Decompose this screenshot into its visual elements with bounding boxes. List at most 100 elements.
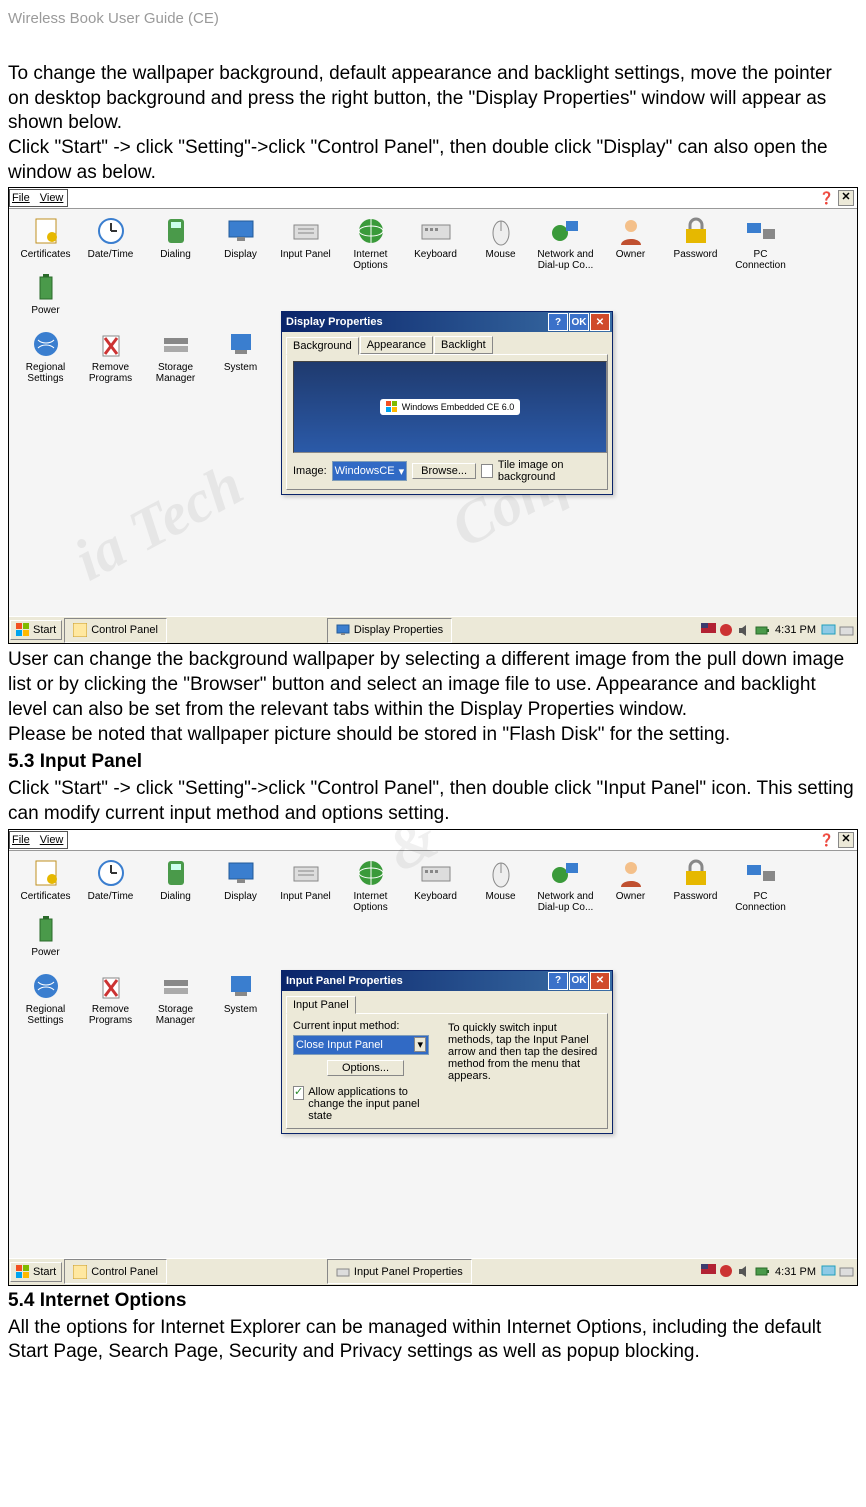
cpl-keyboard[interactable]: Keyboard <box>403 215 468 271</box>
tile-checkbox[interactable] <box>481 464 493 478</box>
close-icon[interactable]: ✕ <box>838 832 854 848</box>
cpl-icon-glyph <box>95 328 127 360</box>
tray-clock[interactable]: 4:31 PM <box>775 1266 816 1278</box>
help-icon[interactable]: ❓ <box>819 191 834 205</box>
start-button[interactable]: Start <box>10 1262 62 1282</box>
tab-background[interactable]: Background <box>286 337 359 355</box>
cpl-label: Remove Programs <box>78 362 143 384</box>
menu-file[interactable]: File <box>12 834 30 846</box>
tray-desktop-icon[interactable] <box>821 1264 836 1279</box>
tray-battery-icon[interactable] <box>755 1264 770 1279</box>
tray-battery-icon[interactable] <box>755 623 770 638</box>
dialog-close-icon[interactable]: ✕ <box>590 313 610 331</box>
cpl-label: Power <box>31 947 59 958</box>
image-label: Image: <box>293 465 327 477</box>
cpl-power[interactable]: Power <box>13 913 78 958</box>
help-icon[interactable]: ❓ <box>819 833 834 847</box>
cpl-icon-glyph <box>550 215 582 247</box>
cpl-date-time[interactable]: Date/Time <box>78 215 143 271</box>
cpl-icon-glyph <box>485 857 517 889</box>
dialog-tabs: Input Panel <box>286 995 612 1013</box>
tray-network-icon[interactable] <box>719 1264 734 1279</box>
cpl-internet-options[interactable]: Internet Options <box>338 857 403 913</box>
cpl-pc-connection[interactable]: PC Connection <box>728 857 793 913</box>
cpl-icon-glyph <box>745 215 777 247</box>
taskbar-control-panel[interactable]: Control Panel <box>64 1259 167 1284</box>
dialog-close-icon[interactable]: ✕ <box>590 972 610 990</box>
cpl-network-and-dial-up-co-[interactable]: Network and Dial-up Co... <box>533 215 598 271</box>
cpl-power[interactable]: Power <box>13 271 78 316</box>
tab-appearance[interactable]: Appearance <box>360 336 433 354</box>
cpl-label: Mouse <box>485 249 515 260</box>
cpl-system[interactable]: System <box>208 970 273 1026</box>
cpl-pc-connection[interactable]: PC Connection <box>728 215 793 271</box>
cpl-input-panel[interactable]: Input Panel <box>273 215 338 271</box>
system-tray: 4:31 PM <box>701 623 857 638</box>
options-button[interactable]: Options... <box>327 1060 404 1076</box>
paragraph-1: To change the wallpaper background, defa… <box>8 62 858 136</box>
taskbar-input-panel-properties[interactable]: Input Panel Properties <box>327 1259 472 1284</box>
dialog-ok-button[interactable]: OK <box>569 972 589 990</box>
taskbar-display-properties[interactable]: Display Properties <box>327 618 452 643</box>
cpl-owner[interactable]: Owner <box>598 215 663 271</box>
cpl-label: Input Panel <box>280 891 331 902</box>
allow-apps-checkbox[interactable] <box>293 1086 304 1100</box>
cpl-display[interactable]: Display <box>208 857 273 913</box>
cpl-regional-settings[interactable]: Regional Settings <box>13 970 78 1026</box>
cpl-password[interactable]: Password <box>663 857 728 913</box>
tab-content: Windows Embedded CE 6.0 Image: WindowsCE… <box>286 354 608 490</box>
cpl-mouse[interactable]: Mouse <box>468 857 533 913</box>
cpl-certificates[interactable]: Certificates <box>13 215 78 271</box>
cpl-display[interactable]: Display <box>208 215 273 271</box>
cpl-remove-programs[interactable]: Remove Programs <box>78 970 143 1026</box>
cpl-password[interactable]: Password <box>663 215 728 271</box>
cpl-system[interactable]: System <box>208 328 273 384</box>
taskbar-control-panel[interactable]: Control Panel <box>64 618 167 643</box>
cpl-keyboard[interactable]: Keyboard <box>403 857 468 913</box>
cpl-storage-manager[interactable]: Storage Manager <box>143 970 208 1026</box>
tray-desktop-icon[interactable] <box>821 623 836 638</box>
cpl-icon-glyph <box>30 913 62 945</box>
tray-volume-icon[interactable] <box>737 623 752 638</box>
cpl-label: Owner <box>616 891 645 902</box>
browse-button[interactable]: Browse... <box>412 463 476 479</box>
tray-network-icon[interactable] <box>719 623 734 638</box>
dialog-ok-button[interactable]: OK <box>569 313 589 331</box>
tray-keyboard-icon[interactable] <box>839 623 854 638</box>
cpl-internet-options[interactable]: Internet Options <box>338 215 403 271</box>
cpl-storage-manager[interactable]: Storage Manager <box>143 328 208 384</box>
paragraph-4: Please be noted that wallpaper picture s… <box>8 723 858 748</box>
start-button[interactable]: Start <box>10 620 62 640</box>
cpl-dialing[interactable]: Dialing <box>143 857 208 913</box>
cpl-remove-programs[interactable]: Remove Programs <box>78 328 143 384</box>
tray-volume-icon[interactable] <box>737 1264 752 1279</box>
close-icon[interactable]: ✕ <box>838 190 854 206</box>
cpl-network-and-dial-up-co-[interactable]: Network and Dial-up Co... <box>533 857 598 913</box>
menu-file[interactable]: File <box>12 192 30 204</box>
cpl-regional-settings[interactable]: Regional Settings <box>13 328 78 384</box>
dropdown-arrow-icon: ▾ <box>414 1037 426 1052</box>
input-method-select[interactable]: Close Input Panel ▾ <box>293 1035 429 1055</box>
menu-bar: File View ❓ ✕ <box>9 188 857 209</box>
cpl-owner[interactable]: Owner <box>598 857 663 913</box>
cpl-dialing[interactable]: Dialing <box>143 215 208 271</box>
tray-keyboard-icon[interactable] <box>839 1264 854 1279</box>
tab-backlight[interactable]: Backlight <box>434 336 493 354</box>
cpl-certificates[interactable]: Certificates <box>13 857 78 913</box>
menu-view[interactable]: View <box>40 192 64 204</box>
tray-flag-icon[interactable] <box>701 623 716 638</box>
cpl-mouse[interactable]: Mouse <box>468 215 533 271</box>
dialog-titlebar[interactable]: Display Properties ? OK ✕ <box>282 312 612 332</box>
image-select[interactable]: WindowsCE ▾ <box>332 461 408 481</box>
menu-view[interactable]: View <box>40 834 64 846</box>
tab-input-panel[interactable]: Input Panel <box>286 996 356 1014</box>
dialog-help-icon[interactable]: ? <box>548 972 568 990</box>
tray-clock[interactable]: 4:31 PM <box>775 624 816 636</box>
cpl-input-panel[interactable]: Input Panel <box>273 857 338 913</box>
tray-flag-icon[interactable] <box>701 1264 716 1279</box>
dialog-help-icon[interactable]: ? <box>548 313 568 331</box>
cpl-icon-glyph <box>745 857 777 889</box>
cpl-date-time[interactable]: Date/Time <box>78 857 143 913</box>
wallpaper-preview: Windows Embedded CE 6.0 <box>293 361 607 453</box>
dialog-titlebar[interactable]: Input Panel Properties ? OK ✕ <box>282 971 612 991</box>
